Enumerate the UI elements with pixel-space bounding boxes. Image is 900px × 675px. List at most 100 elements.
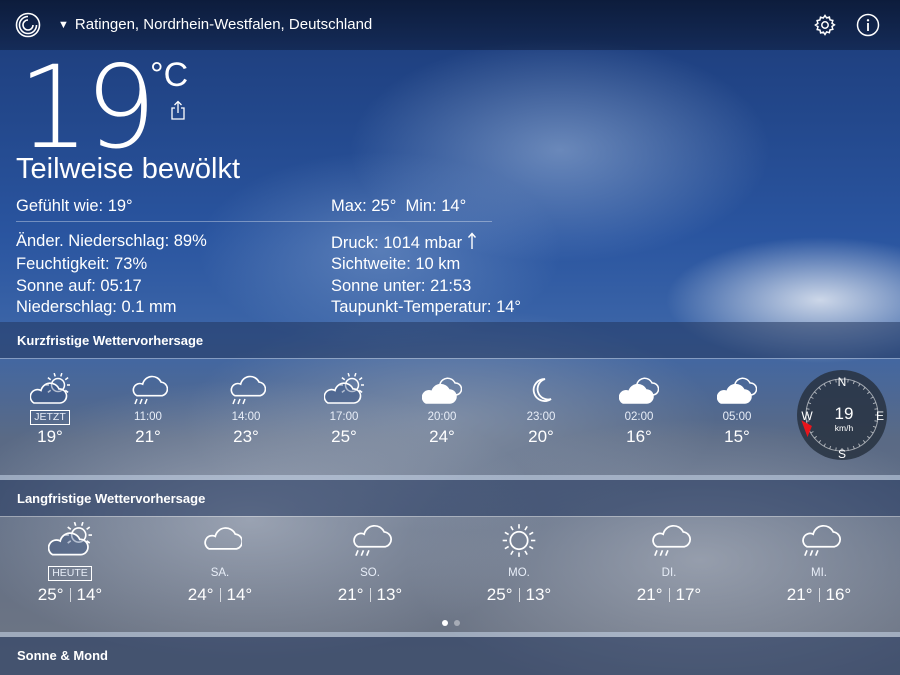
- hour-label: 23:00: [526, 411, 556, 423]
- sun-moon-title: Sonne & Mond: [17, 648, 108, 663]
- hour-forecast-item[interactable]: 14:00 23°: [206, 373, 286, 447]
- hour-forecast-item[interactable]: 20:00 24°: [402, 373, 482, 447]
- cloudy-icon: [619, 377, 659, 404]
- compass-east: E: [876, 409, 884, 423]
- day-forecast-item[interactable]: MI. 21° 16°: [759, 522, 879, 605]
- pressure: Druck: 1014 mbar: [331, 232, 477, 253]
- gear-icon[interactable]: [813, 13, 837, 37]
- day-temps: 21° 13°: [310, 585, 430, 605]
- day-name: SO.: [310, 565, 430, 581]
- share-icon[interactable]: [170, 100, 186, 120]
- visibility: Sichtweite: 10 km: [331, 255, 461, 273]
- partly-cloudy-day-icon: [324, 373, 364, 404]
- day-name: SA.: [160, 565, 280, 581]
- hour-label: 05:00: [722, 411, 752, 423]
- temp-divider: [518, 588, 520, 602]
- day-max: 24°: [187, 585, 214, 604]
- now-badge: JETZT: [30, 410, 70, 425]
- wind-compass[interactable]: N E S W 19 km/h: [796, 369, 888, 461]
- divider: [16, 221, 492, 222]
- cloud-rain-icon: [132, 375, 168, 405]
- cloudy-icon: [422, 377, 462, 404]
- page-dot[interactable]: [442, 620, 448, 626]
- day-name: DI.: [609, 565, 729, 581]
- pressure-value: Druck: 1014 mbar: [331, 234, 463, 252]
- cloud-rain-icon: [652, 525, 691, 557]
- partly-cloudy-day-icon: [48, 522, 92, 556]
- wetter-logo-icon[interactable]: [15, 12, 41, 38]
- day-forecast-item[interactable]: HEUTE 25° 14°: [10, 522, 130, 605]
- location-selector[interactable]: ▼ Ratingen, Nordrhein-Westfalen, Deutschl…: [58, 16, 372, 33]
- cloud-rain-icon: [230, 375, 266, 405]
- hour-label: 11:00: [134, 411, 162, 423]
- sunset: Sonne unter: 21:53: [331, 277, 472, 295]
- day-max: 25°: [37, 585, 64, 604]
- precip-chance: Änder. Niederschlag: 89%: [16, 232, 207, 250]
- day-min: 16°: [825, 585, 852, 604]
- separator: [0, 358, 900, 359]
- temperature-unit[interactable]: °C: [150, 56, 188, 95]
- temp-divider: [818, 588, 820, 602]
- temp-divider: [69, 588, 71, 602]
- today-badge: HEUTE: [48, 566, 92, 581]
- dewpoint: Taupunkt-Temperatur: 14°: [331, 298, 522, 316]
- info-icon[interactable]: [856, 13, 880, 37]
- hour-label: 14:00: [231, 411, 261, 423]
- page-indicator[interactable]: [439, 613, 463, 631]
- hour-temp: 15°: [724, 427, 750, 446]
- day-forecast-item[interactable]: SA. 24° 14°: [160, 522, 280, 605]
- sun-moon-header[interactable]: Sonne & Mond: [0, 637, 900, 675]
- precipitation: Niederschlag: 0.1 mm: [16, 298, 177, 316]
- day-max: 21°: [636, 585, 663, 604]
- day-forecast-item[interactable]: MO. 25° 13°: [459, 522, 579, 605]
- hour-forecast-item[interactable]: 17:00 25°: [304, 373, 384, 447]
- hour-label: 20:00: [427, 411, 457, 423]
- hour-time: 05:00: [697, 409, 777, 425]
- hour-time: 17:00: [304, 409, 384, 425]
- temp-divider: [219, 588, 221, 602]
- current-temperature: 19: [18, 41, 157, 175]
- feels-like: Gefühlt wie: 19°: [16, 197, 133, 215]
- hour-forecast-item[interactable]: 05:00 15°: [697, 373, 777, 447]
- hour-temp: 23°: [233, 427, 259, 446]
- day-max: 21°: [786, 585, 813, 604]
- day-label: MI.: [811, 567, 827, 579]
- hour-forecast-item[interactable]: JETZT 19°: [10, 373, 90, 447]
- wind-speed: 19: [835, 404, 854, 423]
- chevron-down-icon: ▼: [58, 19, 69, 31]
- temp-divider: [369, 588, 371, 602]
- wind-unit: km/h: [835, 423, 854, 433]
- hour-forecast-item[interactable]: 11:00 21°: [108, 373, 188, 447]
- day-label: MO.: [508, 567, 530, 579]
- hour-label: 02:00: [624, 411, 654, 423]
- day-temps: 25° 14°: [10, 585, 130, 605]
- hour-forecast-item[interactable]: 02:00 16°: [599, 373, 679, 447]
- cloud-rain-icon: [353, 525, 392, 557]
- compass-north: N: [838, 375, 847, 389]
- hour-time: 14:00: [206, 409, 286, 425]
- page-dot[interactable]: [454, 620, 460, 626]
- hour-temp: 16°: [626, 427, 652, 446]
- day-max: 21°: [337, 585, 364, 604]
- hour-time: JETZT: [10, 409, 90, 425]
- moon-icon: [532, 378, 552, 402]
- humidity: Feuchtigkeit: 73%: [16, 255, 148, 273]
- day-min: 14°: [226, 585, 253, 604]
- day-forecast-item[interactable]: DI. 21° 17°: [609, 522, 729, 605]
- hour-temp: 20°: [528, 427, 554, 446]
- sun-icon: [502, 524, 536, 557]
- separator: [0, 516, 900, 517]
- day-forecast-item[interactable]: SO. 21° 13°: [310, 522, 430, 605]
- day-temps: 21° 17°: [609, 585, 729, 605]
- cloudy-icon: [717, 377, 757, 404]
- day-min: 13°: [376, 585, 403, 604]
- hour-forecast-item[interactable]: 23:00 20°: [501, 373, 581, 447]
- day-temps: 21° 16°: [759, 585, 879, 605]
- day-label: DI.: [661, 567, 677, 579]
- hour-temp: 19°: [37, 427, 63, 446]
- hour-temp: 21°: [135, 427, 161, 446]
- hour-temp: 25°: [331, 427, 357, 446]
- partly-cloudy-day-icon: [30, 373, 70, 404]
- day-name: MO.: [459, 565, 579, 581]
- hour-time: 20:00: [402, 409, 482, 425]
